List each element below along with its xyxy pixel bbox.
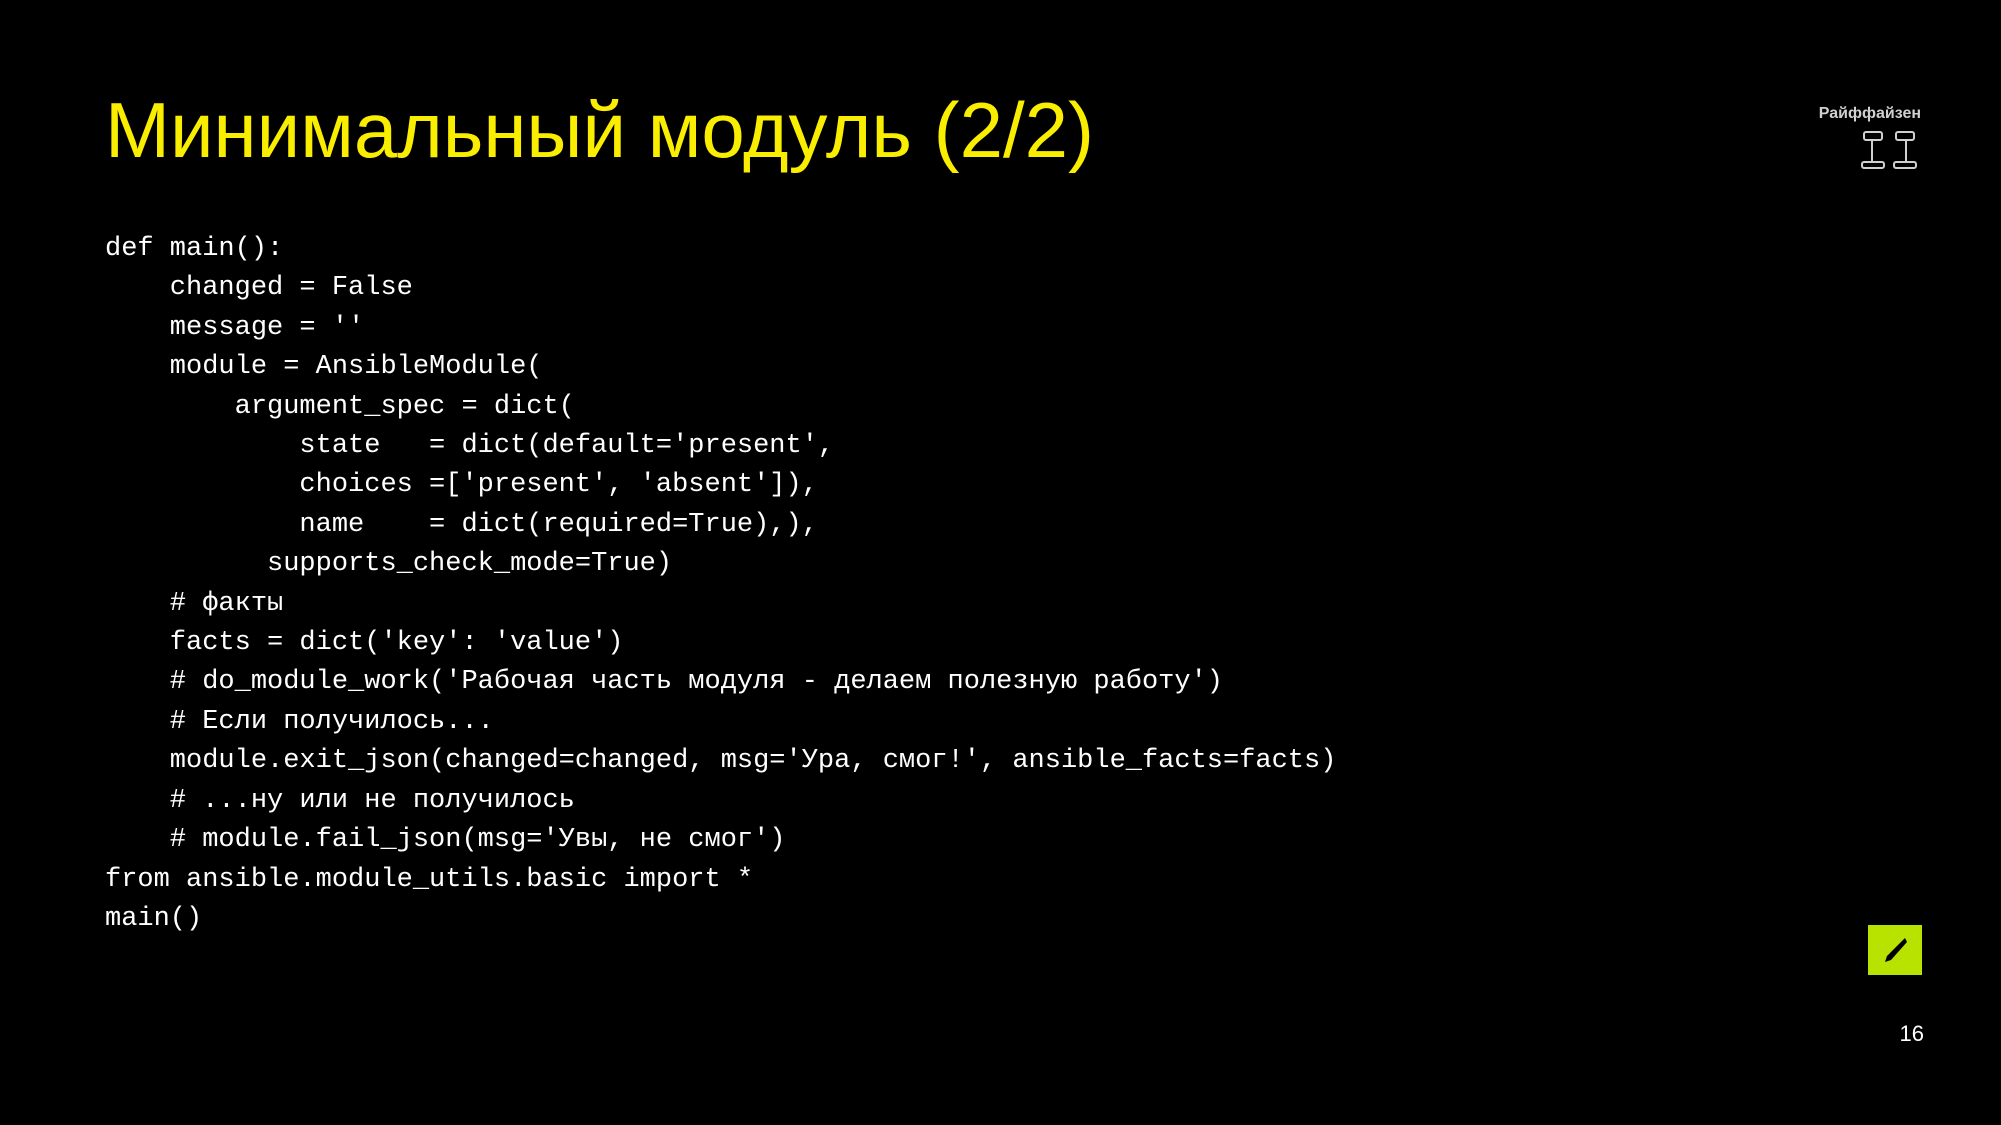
page-number: 16 xyxy=(1900,1021,1924,1047)
slide-title: Минимальный модуль (2/2) xyxy=(105,85,1094,176)
code-content: def main(): changed = False message = ''… xyxy=(105,230,1336,939)
feather-icon xyxy=(1868,925,1922,975)
brand-logo-text: Райффайзен xyxy=(1819,105,1921,123)
brand-logo-icon xyxy=(1858,128,1920,175)
